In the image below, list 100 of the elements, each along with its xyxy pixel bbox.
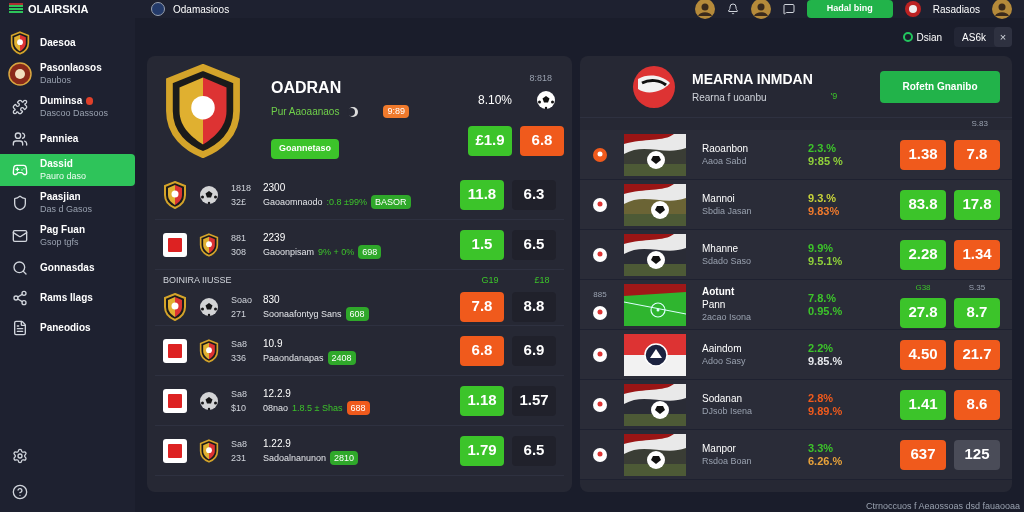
match-time: 1.22.9 xyxy=(263,436,292,451)
search-icon xyxy=(12,259,28,276)
odds-button[interactable]: 6.9 xyxy=(512,335,556,366)
match-time: 830 xyxy=(263,292,281,307)
sidebar-label: Pasonlaosos xyxy=(40,62,102,74)
league-name: MEARNA INMDAN xyxy=(692,69,814,89)
row-label: 885 xyxy=(593,288,607,301)
match-teams: 08nao xyxy=(263,401,289,415)
sidebar-label: Rams Ilags xyxy=(40,291,93,304)
crest-icon xyxy=(199,438,219,463)
sidebar-item[interactable]: Panniea xyxy=(0,124,135,153)
avatar-icon[interactable] xyxy=(694,0,715,19)
sidebar-item[interactable]: Pasonlaosos Daubos xyxy=(0,58,135,90)
match-number: 308 xyxy=(231,245,248,259)
team-name: Mhanne xyxy=(702,241,740,255)
match-row[interactable]: Soao 271 830 Soonaafontyg Sans 608 7.8 8.8 xyxy=(155,288,564,326)
match-number: 336 xyxy=(231,351,248,365)
match-row[interactable]: 881 308 2239 Gaoonpisam 9% + 0% 698 1.5 6.5 xyxy=(155,220,564,270)
league-logo-icon xyxy=(632,64,676,109)
match-teams: Gaoaomnaodo xyxy=(263,195,323,209)
sidebar-label: Duminsa xyxy=(40,95,83,107)
team-detail: Aaoa Sabd xyxy=(702,154,748,168)
team-detail: DJsob Isena xyxy=(702,404,754,418)
sidebar-item[interactable]: Paneodios xyxy=(0,313,135,342)
match-stat: :0.8 ±99% xyxy=(326,195,367,209)
match-row[interactable]: Sa8 336 10.9 Paaondanapas 2408 6.8 6.9 xyxy=(155,326,564,376)
club-name: OADRAN xyxy=(271,78,343,98)
filter-chip[interactable]: AS6k xyxy=(954,29,994,45)
match-number: 231 xyxy=(231,451,248,465)
close-button[interactable]: × xyxy=(994,27,1012,47)
sidebar-item[interactable]: Gonnasdas xyxy=(0,253,135,282)
users-icon xyxy=(12,130,28,147)
win-percentage: 8.10% xyxy=(477,91,512,109)
odds-button[interactable]: 125 xyxy=(954,439,1000,470)
puzzle-icon xyxy=(12,99,28,115)
match-code: Sa8 xyxy=(231,387,248,401)
odds-button[interactable]: 1.57 xyxy=(512,385,556,416)
match-teams: Paaondanapas xyxy=(263,351,324,365)
team-detail: Sdado Saso xyxy=(702,254,753,268)
club-subtitle: Pur Aaoaanaos xyxy=(271,105,340,119)
match-row[interactable]: Sa8 $10 12.2.9 08nao 1.8.5 ± Shas 688 1.18 1.57 xyxy=(155,376,564,426)
match-code: 881 xyxy=(231,231,248,245)
match-teams: Gaoonpisam xyxy=(263,245,315,259)
team-name: Manpor xyxy=(702,441,737,455)
match-stat: 1.8.5 ± Shas xyxy=(292,401,343,415)
sidebar-item[interactable]: Pag Fuan Gsop tgfs xyxy=(0,220,135,252)
footer-note: Ctrnoccuos f Aeaossoas dsd fauaooaa xyxy=(865,500,1020,512)
match-number: 271 xyxy=(231,307,248,321)
logo-icon xyxy=(163,388,187,413)
crest-icon xyxy=(163,180,187,209)
odds-button[interactable]: 8.8 xyxy=(512,291,556,322)
match-badge: BASOR xyxy=(371,194,411,209)
crest-icon xyxy=(163,292,187,321)
match-time: 2239 xyxy=(263,230,287,245)
soccer-ball-icon xyxy=(536,89,556,110)
document-icon xyxy=(12,319,28,336)
league-row[interactable]: Manpor Rsdoa Boan 3.3% 6.26.% 637 125 xyxy=(580,430,1012,480)
league-subtitle: Rearna f uoanbu xyxy=(692,90,767,105)
sidebar-label: Paasjian xyxy=(40,191,81,203)
chat-icon[interactable] xyxy=(782,3,795,15)
help-icon[interactable] xyxy=(12,484,28,500)
sidebar-item[interactable]: Duminsa Dascoo Dassoos xyxy=(0,91,135,123)
percentage: 0.95.% xyxy=(808,304,843,318)
sidebar-label: Paneodios xyxy=(40,321,91,334)
odds-button[interactable]: 6.5 xyxy=(512,229,556,260)
sidebar-label: Dassid xyxy=(40,158,73,170)
percentage: 3.3% xyxy=(808,441,835,455)
odds-button[interactable]: 6.3 xyxy=(512,179,556,210)
column-header: S.35 xyxy=(967,281,987,294)
percentage: 9:85 % xyxy=(808,154,843,168)
sidebar-label: Pag Fuan xyxy=(40,224,85,236)
sidebar-item[interactable]: Paasjian Das d Gasos xyxy=(0,187,135,219)
percentage: 9.85.% xyxy=(808,354,843,368)
app-name: OLAIRSKIA xyxy=(28,1,89,17)
crest-icon xyxy=(199,232,219,257)
avatar-icon[interactable] xyxy=(750,0,771,19)
bell-icon[interactable] xyxy=(726,3,739,15)
settings-icon[interactable] xyxy=(12,448,28,464)
league-mark: '9 xyxy=(830,90,838,104)
logo-icon xyxy=(163,338,187,363)
column-header: G38 xyxy=(914,281,932,294)
odds-button[interactable]: 6.5 xyxy=(512,435,556,466)
crest-icon xyxy=(199,338,219,363)
percentage: 9.9% xyxy=(808,241,835,255)
match-badge: 698 xyxy=(358,244,382,259)
avatar-icon[interactable] xyxy=(992,0,1012,19)
percentage: 9.89.% xyxy=(808,404,843,418)
group-label: BOINIRA IIUSSE xyxy=(162,274,232,288)
sidebar-item[interactable]: Daesoa xyxy=(0,28,135,57)
match-stat: 9% + 0% xyxy=(318,245,355,259)
sidebar-item[interactable]: Rams Ilags xyxy=(0,283,135,312)
globe-icon xyxy=(151,2,165,16)
team-detail: Rsdoa Boan xyxy=(702,454,753,468)
percentage: 9.3.% xyxy=(808,191,838,205)
team-detail: 2acao Isona xyxy=(702,311,753,324)
match-row[interactable]: Sa8 231 1.22.9 Sadoalnanunon 2810 1.79 6.5 xyxy=(155,426,564,476)
team-name: Pann xyxy=(702,298,727,311)
match-row[interactable]: 1818 32£ 2300 Gaoaomnaodo :0.8 ±99% BASOR 11.8 6.3 xyxy=(155,170,564,220)
percentage: 2.8% xyxy=(808,391,835,405)
column-header: G19 xyxy=(480,274,500,288)
